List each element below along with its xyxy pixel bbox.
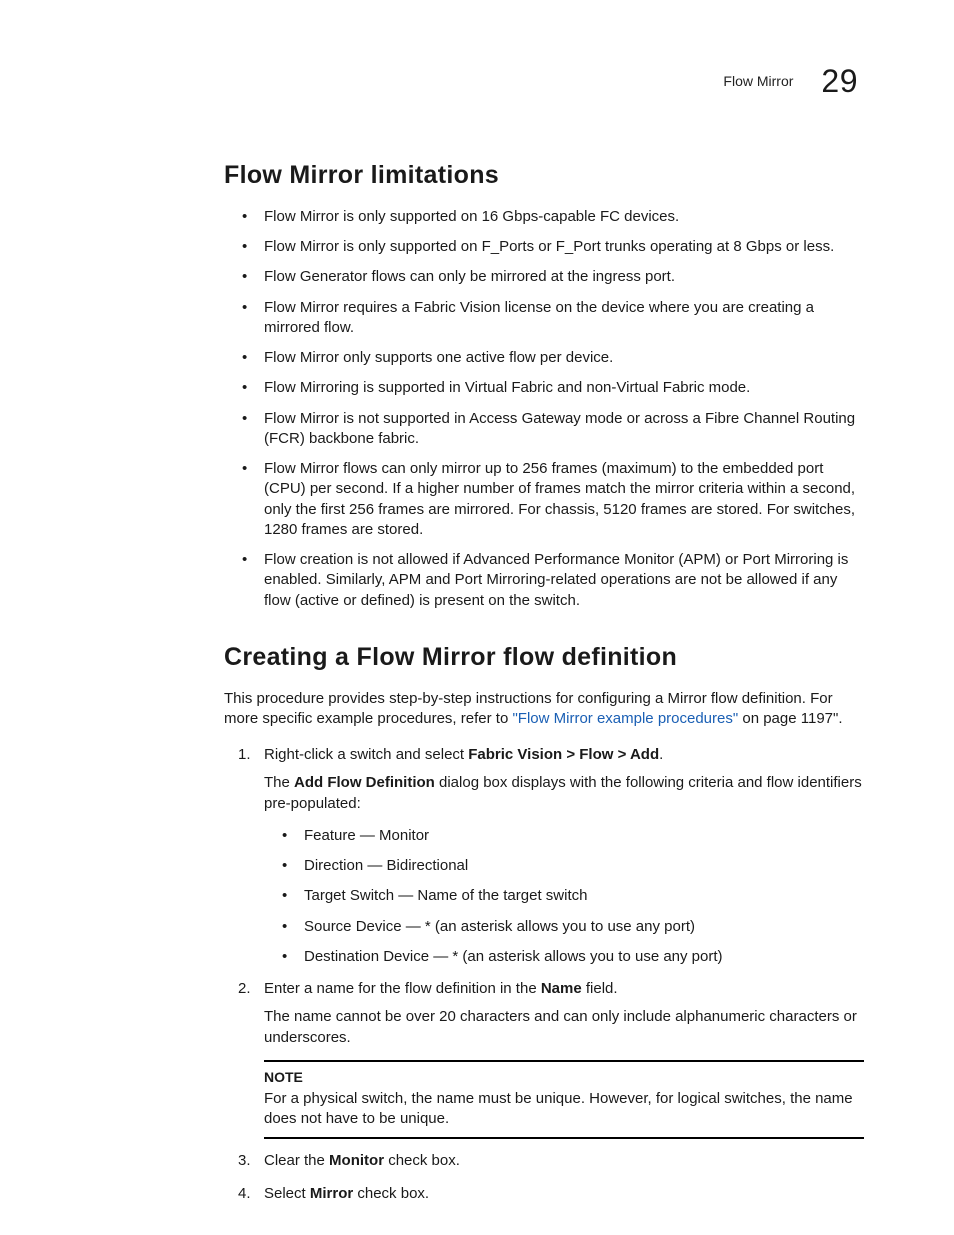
procedure-steps: Right-click a switch and select Fabric V…: [224, 745, 864, 1204]
step-text: Clear the: [264, 1152, 329, 1169]
list-item: Flow Mirror only supports one active flo…: [224, 348, 864, 368]
para-text-pre: The: [264, 774, 294, 791]
list-item: Flow Generator flows can only be mirrore…: [224, 267, 864, 287]
list-item: Flow Mirror is only supported on 16 Gbps…: [224, 207, 864, 227]
step-text: Select: [264, 1185, 310, 1202]
menu-path: Fabric Vision > Flow > Add: [468, 746, 659, 763]
list-item: Flow Mirror requires a Fabric Vision lic…: [224, 298, 864, 339]
list-item: Flow Mirror is not supported in Access G…: [224, 409, 864, 450]
page-content: Flow Mirror limitations Flow Mirror is o…: [224, 159, 864, 1204]
prepopulated-list: Feature — Monitor Direction — Bidirectio…: [264, 826, 864, 967]
page-number: 29: [821, 60, 858, 103]
running-head-text: Flow Mirror: [723, 72, 793, 91]
checkbox-name: Monitor: [329, 1152, 384, 1169]
step-text-post: check box.: [353, 1185, 429, 1202]
step-paragraph: The name cannot be over 20 characters an…: [264, 1007, 864, 1048]
limitations-list: Flow Mirror is only supported on 16 Gbps…: [224, 207, 864, 611]
intro-text-post: on page 1197".: [738, 710, 842, 727]
step-4: Select Mirror check box.: [224, 1184, 864, 1204]
page-header: Flow Mirror 29: [90, 60, 864, 103]
list-item: Flow creation is not allowed if Advanced…: [224, 550, 864, 611]
step-text-post: field.: [582, 980, 618, 997]
note-text: For a physical switch, the name must be …: [264, 1089, 864, 1130]
step-text: Right-click a switch and select: [264, 746, 468, 763]
list-item: Target Switch — Name of the target switc…: [264, 886, 864, 906]
note-label: NOTE: [264, 1068, 864, 1087]
checkbox-name: Mirror: [310, 1185, 353, 1202]
step-paragraph: The Add Flow Definition dialog box displ…: [264, 773, 864, 814]
list-item: Feature — Monitor: [264, 826, 864, 846]
step-2: Enter a name for the flow definition in …: [224, 979, 864, 1139]
dialog-name: Add Flow Definition: [294, 774, 435, 791]
field-name: Name: [541, 980, 582, 997]
list-item: Flow Mirror is only supported on F_Ports…: [224, 237, 864, 257]
step-1: Right-click a switch and select Fabric V…: [224, 745, 864, 967]
list-item: Direction — Bidirectional: [264, 856, 864, 876]
heading-flow-mirror-limitations: Flow Mirror limitations: [224, 159, 864, 193]
step-3: Clear the Monitor check box.: [224, 1151, 864, 1171]
step-text: Enter a name for the flow definition in …: [264, 980, 541, 997]
cross-reference-link[interactable]: "Flow Mirror example procedures": [512, 710, 738, 727]
step-text-post: check box.: [384, 1152, 460, 1169]
list-item: Source Device — * (an asterisk allows yo…: [264, 917, 864, 937]
list-item: Flow Mirror flows can only mirror up to …: [224, 459, 864, 540]
list-item: Flow Mirroring is supported in Virtual F…: [224, 378, 864, 398]
list-item: Destination Device — * (an asterisk allo…: [264, 947, 864, 967]
heading-creating-flow-mirror-definition: Creating a Flow Mirror flow definition: [224, 641, 864, 675]
step-text-post: .: [659, 746, 663, 763]
intro-paragraph: This procedure provides step-by-step ins…: [224, 689, 864, 730]
note-block: NOTE For a physical switch, the name mus…: [264, 1060, 864, 1139]
